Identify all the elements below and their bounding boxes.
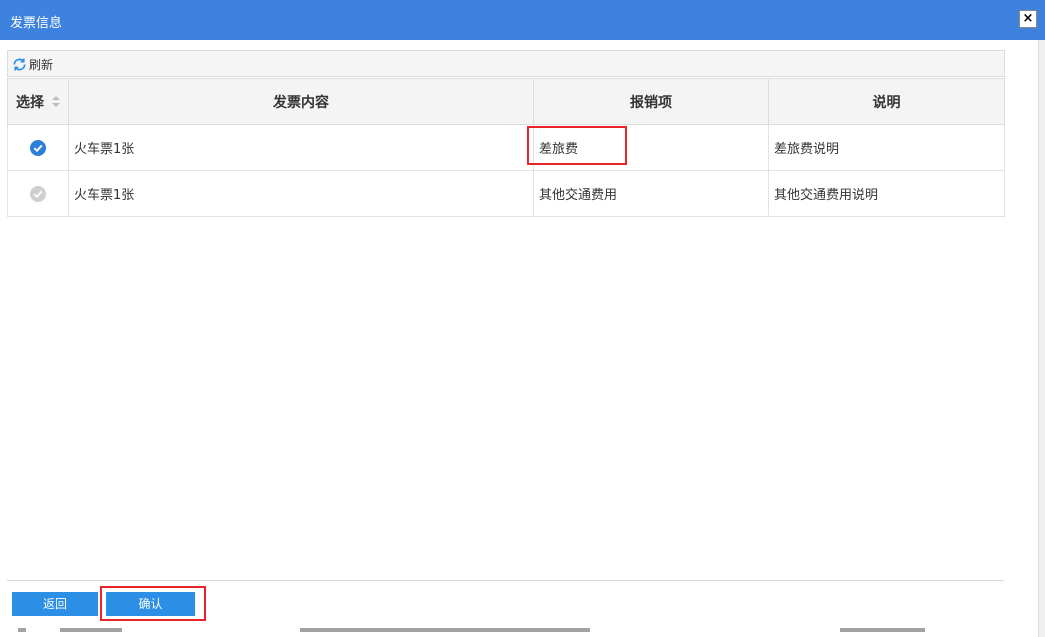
- cell-content: 火车票1张: [68, 170, 534, 217]
- check-circle-icon[interactable]: [30, 185, 46, 202]
- refresh-button[interactable]: 刷新: [12, 55, 53, 73]
- close-icon: ×: [1022, 11, 1034, 26]
- cell-note: 其他交通费用说明: [768, 170, 1005, 217]
- toolbar: 刷新: [7, 50, 1005, 77]
- background-text-fragment: [840, 628, 925, 632]
- column-header-select[interactable]: 选择: [7, 78, 69, 125]
- confirm-button[interactable]: 确认: [106, 592, 195, 616]
- cell-content: 火车票1张: [68, 124, 534, 171]
- cell-item: 其他交通费用: [533, 170, 769, 217]
- check-circle-icon[interactable]: [30, 139, 46, 156]
- column-header-item: 报销项: [533, 78, 769, 125]
- background-text-fragment: [60, 628, 122, 632]
- dialog-right-border: [1038, 40, 1045, 637]
- background-text-fragment: [18, 628, 26, 632]
- dialog-titlebar: 发票信息 ×: [0, 0, 1045, 40]
- table-header-row: 选择 发票内容 报销项 说明: [7, 78, 1005, 125]
- column-header-note: 说明: [768, 78, 1005, 125]
- dialog-title: 发票信息: [10, 16, 63, 31]
- sort-icon[interactable]: [51, 95, 60, 111]
- background-text-fragment: [300, 628, 590, 632]
- row-select-cell[interactable]: [7, 170, 69, 217]
- column-header-content: 发票内容: [68, 78, 534, 125]
- footer-divider: [7, 580, 1004, 581]
- refresh-icon: [12, 57, 29, 72]
- cell-item: 差旅费: [533, 124, 769, 171]
- cell-note: 差旅费说明: [768, 124, 1005, 171]
- row-select-cell[interactable]: [7, 124, 69, 171]
- back-button[interactable]: 返回: [12, 592, 98, 616]
- table-row[interactable]: 火车票1张 其他交通费用 其他交通费用说明: [7, 170, 1005, 217]
- invoice-table: 选择 发票内容 报销项 说明 火车票1张 差旅费 差旅费说明 火车票1张 其他交…: [7, 78, 1005, 217]
- close-button[interactable]: ×: [1019, 10, 1037, 28]
- refresh-label: 刷新: [29, 57, 54, 72]
- table-row[interactable]: 火车票1张 差旅费 差旅费说明: [7, 124, 1005, 171]
- background-page-strip: [0, 628, 1038, 637]
- column-header-select-label: 选择: [16, 94, 44, 111]
